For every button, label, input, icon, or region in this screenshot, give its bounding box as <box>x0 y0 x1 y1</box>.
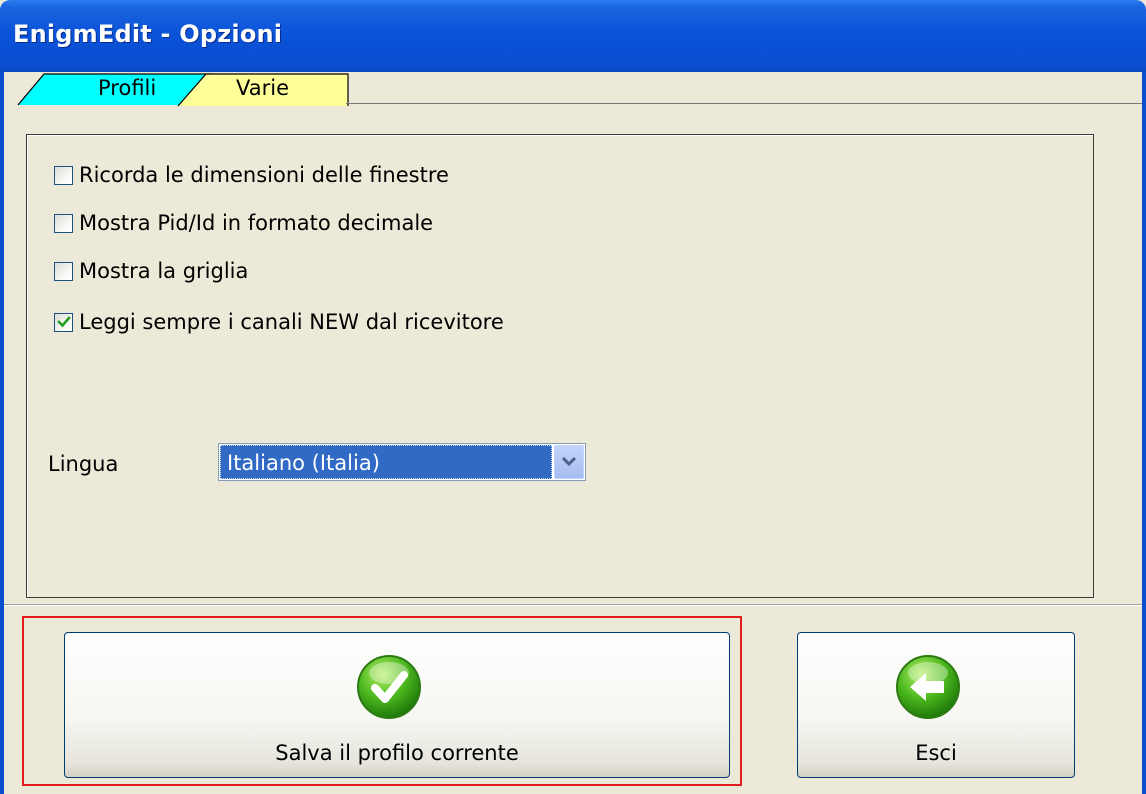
option-label: Mostra Pid/Id in formato decimale <box>79 211 434 235</box>
options-panel <box>26 134 1094 598</box>
exit-label: Esci <box>915 741 957 765</box>
tab-baseline <box>346 103 1142 104</box>
option-show-grid[interactable]: Mostra la griglia <box>54 257 248 285</box>
option-pid-decimal[interactable]: Mostra Pid/Id in formato decimale <box>54 209 433 237</box>
language-select[interactable]: Italiano (Italia) <box>218 443 586 481</box>
window-title: EnigmEdit - Opzioni <box>13 20 283 48</box>
dropdown-button[interactable] <box>554 445 584 479</box>
language-label: Lingua <box>48 452 119 476</box>
checkbox[interactable] <box>54 165 73 185</box>
option-read-new-channels[interactable]: Leggi sempre i canali NEW dal ricevitore <box>54 308 504 336</box>
save-profile-button[interactable]: Salva il profilo corrente <box>64 632 730 778</box>
option-label: Ricorda le dimensioni delle finestre <box>79 163 449 187</box>
checkmark-icon <box>57 315 71 327</box>
options-window: EnigmEdit - Opzioni Profili Varie Ricord… <box>0 0 1146 794</box>
checkmark-icon <box>357 655 421 719</box>
tab-varie-label: Varie <box>236 76 289 100</box>
window-frame-left <box>0 72 4 794</box>
save-profile-label: Salva il profilo corrente <box>275 741 519 765</box>
option-label: Leggi sempre i canali NEW dal ricevitore <box>79 310 504 334</box>
chevron-down-icon <box>561 456 577 467</box>
exit-button[interactable]: Esci <box>797 632 1075 778</box>
window-frame-right <box>1142 72 1146 794</box>
button-area-separator <box>4 604 1142 605</box>
back-arrow-icon <box>896 655 960 719</box>
option-remember-window-size[interactable]: Ricorda le dimensioni delle finestre <box>54 161 449 189</box>
tab-profili-label: Profili <box>98 76 157 100</box>
tab-varie[interactable]: Varie <box>176 72 352 107</box>
checkbox-checked[interactable] <box>54 312 73 332</box>
checkbox[interactable] <box>54 213 73 233</box>
language-selected-value: Italiano (Italia) <box>220 445 552 479</box>
checkbox[interactable] <box>54 261 73 281</box>
title-bar[interactable]: EnigmEdit - Opzioni <box>0 0 1146 72</box>
option-label: Mostra la griglia <box>79 259 249 283</box>
